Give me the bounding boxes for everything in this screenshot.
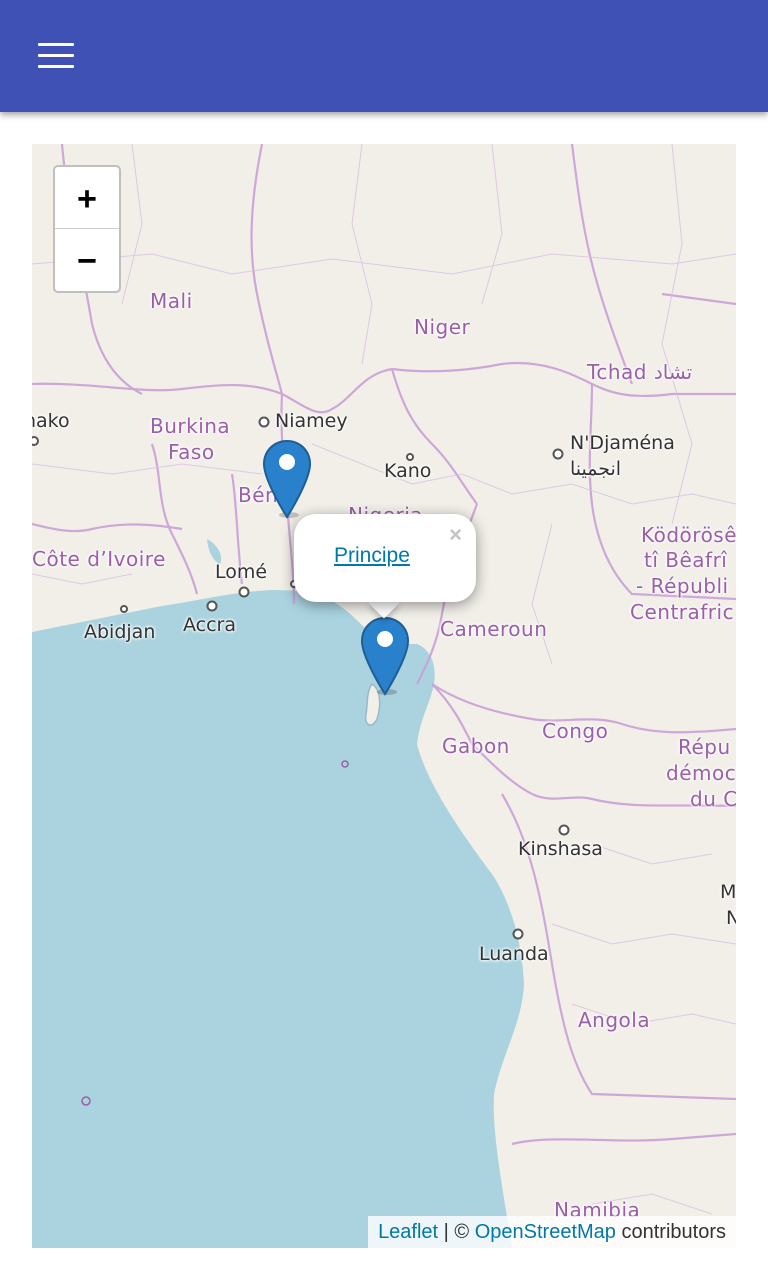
app-bar	[0, 0, 768, 112]
attribution: Leaflet | © OpenStreetMap contributors	[368, 1216, 736, 1248]
country-label: Cameroun	[440, 617, 548, 641]
close-icon[interactable]: ×	[449, 522, 462, 548]
city-label: M	[720, 881, 736, 903]
openstreetmap-link[interactable]: OpenStreetMap	[475, 1221, 616, 1244]
city-label: Luanda	[479, 943, 549, 965]
map-marker-icon[interactable]	[360, 616, 410, 696]
city-label: N'Djaména	[570, 432, 675, 454]
country-label: démoc	[666, 761, 736, 785]
country-label: Répu	[678, 735, 731, 759]
zoom-control: + −	[53, 165, 121, 293]
attribution-suffix: contributors	[615, 1220, 726, 1243]
country-label: Burkina	[150, 414, 231, 438]
city-label: Abidjan	[84, 621, 156, 643]
country-label: du C	[690, 787, 736, 811]
map[interactable]: Mali Niger Tchad تشاد Burkina Faso Bénin…	[32, 144, 736, 1248]
popup-link[interactable]: Principe	[334, 544, 410, 568]
country-label: Niger	[414, 315, 471, 339]
leaflet-link[interactable]: Leaflet	[378, 1221, 438, 1244]
country-label: tî Bêafrî	[644, 548, 728, 572]
city-label: N	[726, 907, 736, 929]
country-label: Ködörösê	[641, 523, 736, 547]
city-label: Lomé	[215, 561, 268, 583]
country-label: Tchad تشاد	[587, 360, 693, 384]
city-label: Accra	[183, 614, 237, 636]
hamburger-menu-icon[interactable]	[26, 34, 86, 78]
city-label: Kinshasa	[518, 838, 603, 860]
city-label: Niamey	[275, 410, 348, 432]
city-label: Kano	[384, 460, 432, 482]
zoom-out-button[interactable]: −	[55, 229, 119, 290]
city-label: انجمينا	[570, 458, 622, 480]
attribution-separator: | ©	[438, 1220, 475, 1243]
country-label: Gabon	[442, 734, 510, 758]
country-label: Congo	[542, 719, 609, 743]
country-label: Côte d’Ivoire	[32, 547, 166, 571]
country-label: Angola	[578, 1008, 651, 1032]
country-label: - Républi	[636, 574, 729, 598]
country-label: Mali	[150, 289, 193, 313]
zoom-in-button[interactable]: +	[55, 167, 119, 229]
city-label: nako	[32, 410, 70, 432]
marker-popup: Principe ×	[294, 514, 476, 602]
country-label: Centrafric	[630, 600, 735, 624]
map-marker-icon[interactable]	[262, 439, 312, 519]
country-label: Faso	[168, 440, 215, 464]
